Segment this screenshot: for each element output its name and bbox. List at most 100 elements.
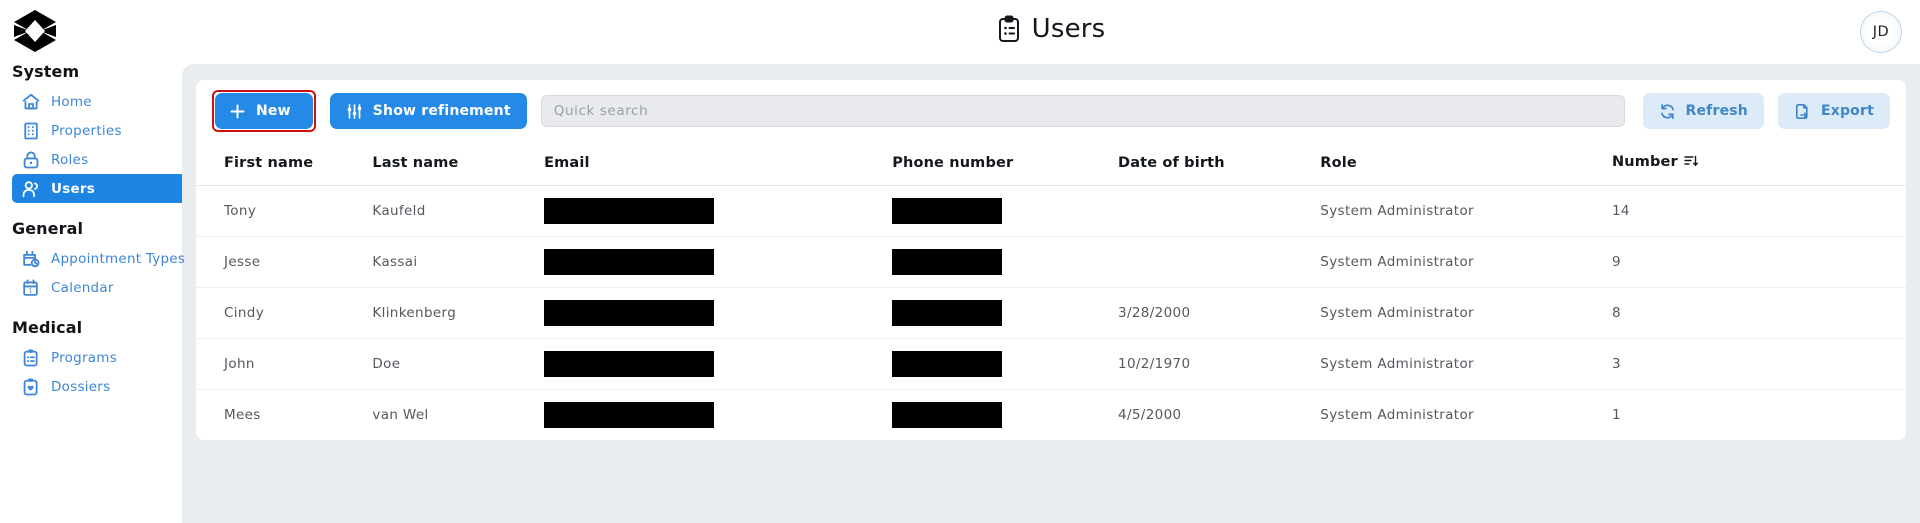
nav-group-title-medical: Medical <box>12 318 83 337</box>
table-body: Tony Kaufeld System Administrator 14 Jesse Ka… <box>196 185 1906 441</box>
cell-phone <box>892 287 1119 339</box>
top-header: Users JD <box>182 0 1920 64</box>
sliders-icon <box>346 103 363 120</box>
sidebar-item-dossiers[interactable]: Dossiers <box>12 372 182 401</box>
column-header-first-name[interactable]: First name <box>196 142 373 186</box>
sidebar-item-label: Appointment Types <box>51 250 186 267</box>
cell-dob: 4/5/2000 <box>1118 390 1320 441</box>
content-panel: New Show refinement Quick search Refresh… <box>182 64 1920 523</box>
redacted-email <box>544 198 715 224</box>
redacted-phone <box>892 300 1003 326</box>
page-title: Users <box>182 14 1920 44</box>
show-refinement-button[interactable]: Show refinement <box>329 93 527 129</box>
new-button-label: New <box>256 103 291 119</box>
export-button[interactable]: Export <box>1777 93 1890 129</box>
cell-text: van Wel <box>372 407 429 423</box>
sort-descending-icon[interactable] <box>1684 154 1698 172</box>
table-row[interactable]: Tony Kaufeld System Administrator 14 <box>196 185 1906 237</box>
building-icon <box>24 122 38 140</box>
refresh-label: Refresh <box>1685 103 1748 119</box>
cell-dob <box>1118 236 1321 288</box>
refresh-button[interactable]: Refresh <box>1642 93 1764 129</box>
cell-email <box>544 390 892 441</box>
cell-dob <box>1118 185 1321 237</box>
cell-text: System Administrator <box>1320 356 1474 372</box>
toolbar-right-actions: Refresh Export <box>1642 93 1890 129</box>
cell-text: System Administrator <box>1320 407 1474 423</box>
cell-last-name: Kaufeld <box>372 185 545 237</box>
users-table: First name Last name Email Phone number Date… <box>196 142 1906 440</box>
export-label: Export <box>1820 103 1874 119</box>
column-header-last-name[interactable]: Last name <box>372 142 545 186</box>
sidebar-item-label: Properties <box>51 122 122 139</box>
cell-text: 1 <box>1611 407 1621 423</box>
cell-first-name: Tony <box>196 185 373 237</box>
cell-email <box>544 236 893 288</box>
search-input[interactable] <box>540 95 1625 127</box>
cell-text: Jesse <box>224 254 261 270</box>
cell-text: 9 <box>1611 254 1621 270</box>
sidebar-item-calendar[interactable]: 1 Calendar <box>12 273 182 302</box>
column-header-phone[interactable]: Phone number <box>892 142 1119 186</box>
cell-dob: 10/2/1970 <box>1118 338 1321 390</box>
cell-phone <box>892 338 1119 390</box>
nav-group-title-general: General <box>12 219 84 238</box>
sidebar-item-label: Roles <box>51 151 89 168</box>
table-row[interactable]: Jesse Kassai System Administrator 9 <box>196 236 1906 288</box>
sidebar-item-home[interactable]: Home <box>12 87 182 116</box>
column-header-label: Last name <box>372 155 459 171</box>
avatar-initials: JD <box>1872 24 1890 40</box>
app-logo[interactable] <box>12 8 58 54</box>
cell-role: System Administrator <box>1320 338 1612 390</box>
cell-text: John <box>224 356 255 372</box>
cell-text: Kaufeld <box>372 203 426 219</box>
avatar[interactable]: JD <box>1860 11 1902 53</box>
app-root: System Home Properties Roles Users General App… <box>0 0 1920 523</box>
column-header-email[interactable]: Email <box>544 142 893 186</box>
column-header-dob[interactable]: Date of birth <box>1118 142 1321 186</box>
sidebar-item-users[interactable]: Users <box>12 174 182 203</box>
redacted-phone <box>892 249 1003 275</box>
table-row[interactable]: Mees van Wel 4/5/2000 System Administrator 1 <box>196 390 1906 441</box>
cell-number: 9 <box>1611 236 1906 288</box>
column-header-label: Number <box>1611 154 1678 170</box>
nav-group-title-system: System <box>12 62 80 81</box>
column-header-number[interactable]: Number <box>1611 142 1906 186</box>
table-row[interactable]: Cindy Klinkenberg 3/28/2000 System Administ… <box>196 287 1906 339</box>
calendar-icon: 1 <box>23 279 38 296</box>
cell-first-name: Jesse <box>196 236 373 288</box>
file-export-icon <box>1794 103 1811 120</box>
cell-dob: 3/28/2000 <box>1118 287 1321 339</box>
page-title-text: Users <box>1031 14 1106 44</box>
cell-text: 14 <box>1611 203 1630 219</box>
sidebar-item-label: Home <box>51 93 92 110</box>
sidebar-item-properties[interactable]: Properties <box>12 116 182 145</box>
sidebar-item-label: Dossiers <box>51 378 111 395</box>
cell-number: 3 <box>1611 338 1906 390</box>
toolbar: New Show refinement Quick search Refresh… <box>196 80 1906 142</box>
cell-text: 10/2/1970 <box>1118 356 1191 372</box>
column-header-label: Date of birth <box>1118 155 1225 171</box>
home-icon <box>22 93 40 110</box>
cell-text: 3/28/2000 <box>1118 305 1191 321</box>
sidebar-item-label: Programs <box>51 349 117 366</box>
new-button[interactable]: New <box>215 93 313 129</box>
column-header-label: First name <box>224 155 314 171</box>
sidebar-item-programs[interactable]: Programs <box>12 343 182 372</box>
cell-email <box>544 287 893 339</box>
cell-first-name: Cindy <box>196 287 373 339</box>
cell-first-name: Mees <box>196 390 372 441</box>
sidebar-item-roles[interactable]: Roles <box>12 145 182 174</box>
cell-number: 14 <box>1611 185 1906 237</box>
column-header-role[interactable]: Role <box>1320 142 1612 186</box>
sidebar-item-appointment-types[interactable]: Appointment Types <box>12 244 186 273</box>
new-button-highlight: New <box>212 90 316 132</box>
cell-text: 3 <box>1611 356 1621 372</box>
table-row[interactable]: John Doe 10/2/1970 System Administrator 3 <box>196 338 1906 390</box>
cell-text: Klinkenberg <box>372 305 457 321</box>
cell-text: Mees <box>224 407 261 423</box>
cell-text: Cindy <box>224 305 265 321</box>
cell-phone <box>892 390 1118 441</box>
calendar-clock-icon <box>23 250 40 268</box>
sidebar: System Home Properties Roles Users General App… <box>0 0 186 523</box>
